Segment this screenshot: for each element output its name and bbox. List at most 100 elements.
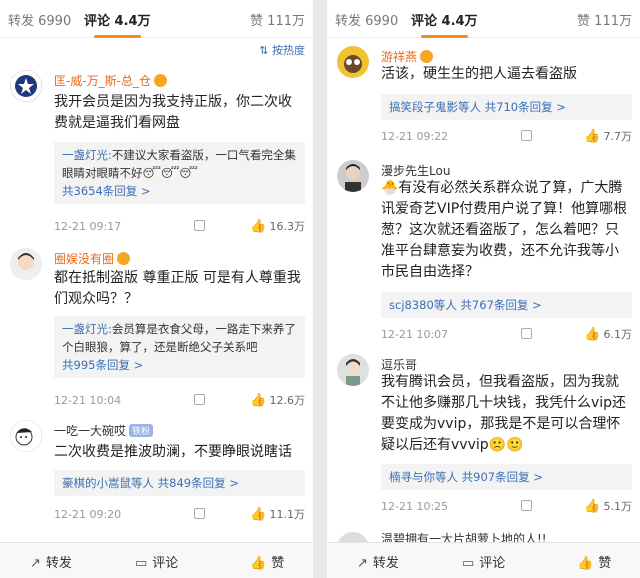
like-label: 赞 bbox=[598, 556, 612, 571]
comment-text: 都在抵制盗版 尊重正版 可是有人尊重我们观众吗？？ bbox=[54, 270, 301, 307]
comment-meta: 12-21 10:25 👍 5.1万 bbox=[381, 498, 632, 516]
user-name-text: 逗乐哥 bbox=[381, 358, 418, 372]
avatar[interactable] bbox=[10, 420, 42, 452]
comment-button[interactable]: ▭ 评论 bbox=[462, 552, 505, 571]
reply-box[interactable]: 一盏灯光:不建议大家看盗版，一口气看完全集眼睛对眼睛不好😴😴😴 共3654条回复… bbox=[54, 142, 305, 204]
thumbs-up-icon: 👍 bbox=[584, 129, 601, 144]
user-name[interactable]: 一吃一大碗哎 铁粉 bbox=[54, 422, 154, 439]
share-icon[interactable] bbox=[194, 220, 205, 231]
sort-by-hot-button[interactable]: ⇅ 按热度 bbox=[259, 42, 305, 58]
tab-comment[interactable]: 评论 4.4万 bbox=[411, 10, 478, 38]
avatar[interactable] bbox=[337, 46, 369, 78]
reply-user[interactable]: 一盏灯光: bbox=[62, 322, 112, 336]
bottom-action-bar: ↗ 转发 ▭ 评论 👍 赞 bbox=[0, 542, 313, 578]
reply-user[interactable]: scj8380等人 bbox=[389, 298, 457, 312]
comment-time: 12-21 10:04 bbox=[54, 394, 122, 407]
user-name[interactable]: 匡-威-万_斯-总_仓 bbox=[54, 72, 167, 89]
reply-user[interactable]: 一盏灯光: bbox=[62, 148, 112, 162]
bottom-action-bar: ↗ 转发 ▭ 评论 👍 赞 bbox=[327, 542, 640, 578]
user-name-text: 一吃一大碗哎 bbox=[54, 424, 127, 438]
reply-box[interactable]: 一盏灯光:会员算是衣食父母，一路走下来养了个白眼狼，算了，还是断绝父子关系吧 共… bbox=[54, 316, 305, 378]
tab-forward[interactable]: 转发 6990 bbox=[335, 10, 398, 29]
like-button[interactable]: 👍 6.1万 bbox=[584, 326, 632, 342]
share-icon[interactable] bbox=[194, 394, 205, 405]
thumbs-up-icon: 👍 bbox=[250, 556, 267, 571]
comment-text: 🐣有没有必然关系群众说了算，广大腾讯爱奇艺VIP付费用户说了算！他算哪根葱？这次… bbox=[381, 180, 628, 280]
tab-forward[interactable]: 转发 6990 bbox=[8, 10, 71, 29]
avatar[interactable] bbox=[10, 70, 42, 102]
thumbs-up-icon: 👍 bbox=[250, 507, 267, 522]
reply-user[interactable]: 楠寻与你等人 bbox=[389, 470, 458, 484]
comment-item: 逗乐哥 我有腾讯会员，但我看盗版，因为我就不让他多赚那几十块钱，我凭什么vip还… bbox=[327, 354, 640, 519]
like-count: 5.1万 bbox=[603, 500, 633, 513]
thumbs-up-icon: 👍 bbox=[250, 393, 267, 408]
forward-icon: ↗ bbox=[357, 556, 368, 571]
reply-user[interactable]: 搞笑段子鬼影等人 bbox=[389, 100, 481, 114]
user-name-text: 游祥燕 bbox=[381, 50, 418, 64]
comment-text: 我有腾讯会员，但我看盗版，因为我就不让他多赚那几十块钱，我凭什么vip还要变成为… bbox=[381, 374, 627, 453]
forward-label: 转发 bbox=[372, 556, 399, 571]
comment-label: 评论 bbox=[152, 556, 179, 571]
comment-text: 我开会员是因为我支持正版，你二次收费就是逼我们看网盘 bbox=[54, 94, 292, 131]
like-bottom-button[interactable]: 👍 赞 bbox=[577, 552, 611, 571]
avatar[interactable] bbox=[337, 160, 369, 192]
vip-icon bbox=[420, 50, 434, 63]
reply-box[interactable]: scj8380等人 共767条回复 > bbox=[381, 292, 632, 318]
like-button[interactable]: 👍 5.1万 bbox=[584, 498, 632, 514]
reply-box[interactable]: 楠寻与你等人 共907条回复 > bbox=[381, 464, 632, 490]
reply-user[interactable]: 豪棋的小嵩鼠等人 bbox=[62, 476, 154, 490]
reply-count-link[interactable]: 共767条回复 > bbox=[460, 298, 541, 312]
reply-count-link[interactable]: 共3654条回复 > bbox=[62, 184, 151, 198]
vip-icon bbox=[117, 252, 131, 265]
user-name[interactable]: 游祥燕 bbox=[381, 48, 434, 65]
reply-count-link[interactable]: 共907条回复 > bbox=[462, 470, 543, 484]
comment-meta: 12-21 09:22 👍 7.7万 bbox=[381, 128, 632, 146]
comment-label: 评论 bbox=[479, 556, 506, 571]
avatar[interactable] bbox=[10, 248, 42, 280]
like-label: 赞 bbox=[271, 556, 285, 571]
reply-box[interactable]: 搞笑段子鬼影等人 共710条回复 > bbox=[381, 94, 632, 120]
avatar[interactable] bbox=[337, 354, 369, 386]
tab-bar: 转发 6990 评论 4.4万 赞 111万 bbox=[0, 0, 313, 38]
tab-like[interactable]: 赞 111万 bbox=[577, 10, 632, 29]
comment-item: 一吃一大碗哎 铁粉 二次收费是推波助澜，不要睁眼说瞎话 豪棋的小嵩鼠等人 共849… bbox=[0, 420, 313, 528]
share-icon[interactable] bbox=[521, 328, 532, 339]
comment-meta: 12-21 09:17 👍 16.3万 bbox=[54, 218, 305, 236]
user-name[interactable]: 圈娱没有圈 bbox=[54, 250, 131, 267]
tab-comment[interactable]: 评论 4.4万 bbox=[84, 10, 151, 38]
like-button[interactable]: 👍 11.1万 bbox=[250, 506, 305, 522]
reply-box[interactable]: 豪棋的小嵩鼠等人 共849条回复 > bbox=[54, 470, 305, 496]
comment-item: 游祥燕 活该，硬生生的把人逼去看盗版 搞笑段子鬼影等人 共710条回复 > 12… bbox=[327, 46, 640, 151]
comment-button[interactable]: ▭ 评论 bbox=[135, 552, 178, 571]
right-comments-panel: 转发 6990 评论 4.4万 赞 111万 游祥燕 活该，硬生生的把人逼去看盗… bbox=[327, 0, 640, 578]
fan-badge: 铁粉 bbox=[129, 424, 154, 437]
comment-text: 二次收费是推波助澜，不要睁眼说瞎话 bbox=[54, 444, 292, 460]
thumbs-up-icon: 👍 bbox=[577, 556, 594, 571]
like-button[interactable]: 👍 12.6万 bbox=[250, 392, 305, 408]
comment-text: 活该，硬生生的把人逼去看盗版 bbox=[381, 66, 577, 82]
comment-time: 12-21 09:17 bbox=[54, 220, 122, 233]
like-button[interactable]: 👍 7.7万 bbox=[584, 128, 632, 144]
screenshot-collage: 转发 6990 评论 4.4万 赞 111万 ⇅ 按热度 匡-威-万_斯-总_仓… bbox=[0, 0, 640, 578]
share-icon[interactable] bbox=[194, 508, 205, 519]
share-icon[interactable] bbox=[521, 500, 532, 511]
user-name-text: 匡-威-万_斯-总_仓 bbox=[54, 74, 151, 88]
comment-time: 12-21 10:25 bbox=[381, 500, 449, 513]
reply-count-link[interactable]: 共710条回复 > bbox=[485, 100, 566, 114]
comment-time: 12-21 09:20 bbox=[54, 508, 122, 521]
reply-count-link[interactable]: 共995条回复 > bbox=[62, 358, 143, 372]
user-name[interactable]: 逗乐哥 bbox=[381, 356, 417, 373]
thumbs-up-icon: 👍 bbox=[584, 499, 601, 514]
like-count: 11.1万 bbox=[269, 508, 306, 521]
tab-like[interactable]: 赞 111万 bbox=[250, 10, 305, 29]
like-button[interactable]: 👍 16.3万 bbox=[250, 218, 305, 234]
like-bottom-button[interactable]: 👍 赞 bbox=[250, 552, 284, 571]
share-icon[interactable] bbox=[521, 130, 532, 141]
user-name[interactable]: 漫步先生Lou bbox=[381, 162, 450, 179]
comment-icon: ▭ bbox=[135, 556, 148, 571]
forward-button[interactable]: ↗ 转发 bbox=[30, 552, 72, 571]
forward-label: 转发 bbox=[45, 556, 72, 571]
forward-button[interactable]: ↗ 转发 bbox=[357, 552, 399, 571]
forward-icon: ↗ bbox=[30, 556, 41, 571]
reply-count-link[interactable]: 共849条回复 > bbox=[158, 476, 239, 490]
